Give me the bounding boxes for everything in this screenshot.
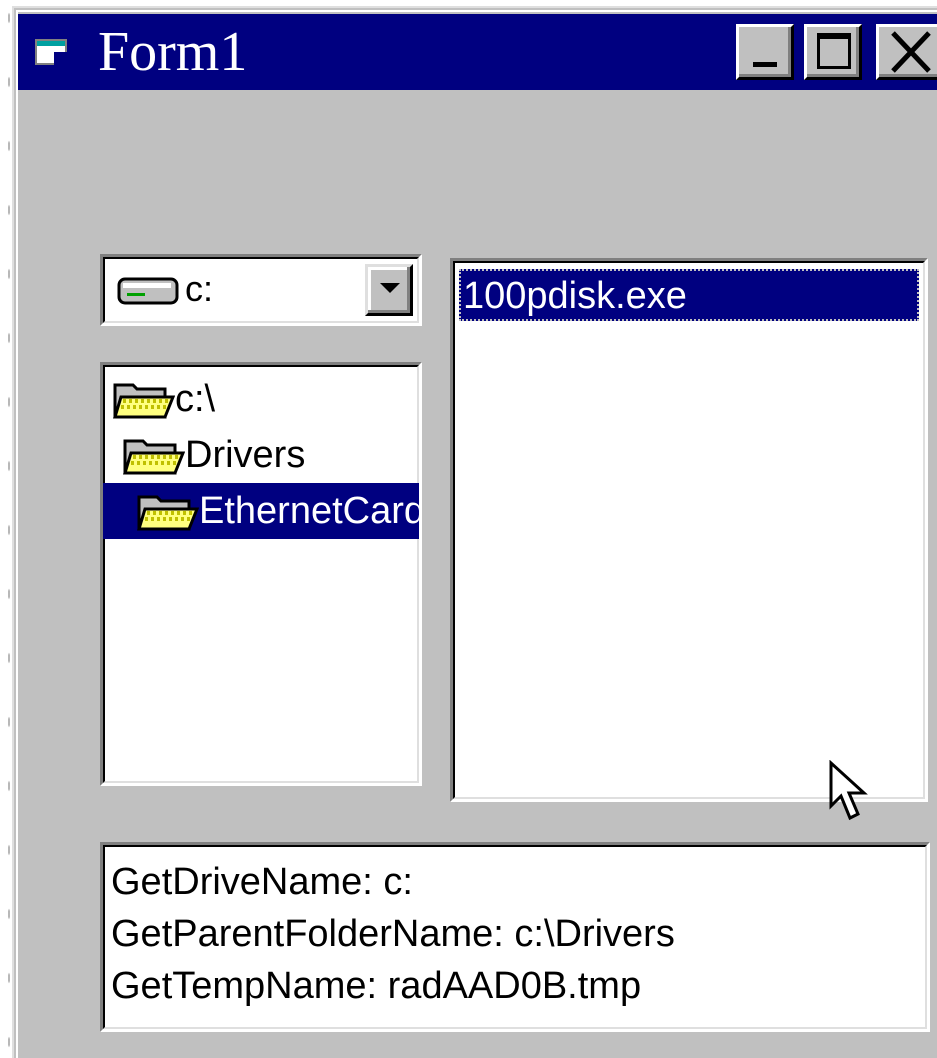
dir-item-label: EthernetCard xyxy=(199,490,422,532)
dir-item-drivers[interactable]: Drivers xyxy=(121,427,305,483)
title-bar[interactable]: Form1 xyxy=(18,14,937,90)
minimize-icon xyxy=(753,62,777,67)
drive-list-box[interactable]: c: xyxy=(100,254,422,326)
output-text-box[interactable]: GetDriveName: c: GetParentFolderName: c:… xyxy=(100,842,930,1032)
dir-item-root[interactable]: c:\ xyxy=(111,371,215,427)
file-item-label: 100pdisk.exe xyxy=(463,275,687,317)
hard-drive-icon xyxy=(117,277,179,305)
mouse-pointer-icon xyxy=(829,760,868,821)
selected-drive: c: xyxy=(185,268,214,309)
drive-dropdown-button[interactable] xyxy=(365,264,413,316)
maximize-icon xyxy=(817,33,851,69)
dir-item-label: c:\ xyxy=(175,378,216,420)
directory-list-box[interactable]: c:\ Drivers EthernetCard xyxy=(100,362,422,786)
output-line-temp-name: GetTempName: radAAD0B.tmp xyxy=(111,965,642,1007)
close-button[interactable] xyxy=(876,24,937,80)
close-icon xyxy=(891,31,931,73)
form-icon xyxy=(35,39,68,66)
output-line-parent-folder: GetParentFolderName: c:\Drivers xyxy=(111,913,675,955)
dir-item-label: Drivers xyxy=(185,434,306,476)
window-title: Form1 xyxy=(98,21,248,83)
minimize-button[interactable] xyxy=(736,24,794,80)
output-line-drive-name: GetDriveName: c: xyxy=(111,861,413,903)
file-list-box[interactable]: 100pdisk.exe xyxy=(450,258,928,802)
open-folder-icon xyxy=(112,383,175,419)
chevron-down-icon xyxy=(380,283,400,293)
form-window: Form1 c: c:\ Drivers EthernetCard 100pdi… xyxy=(12,6,937,1058)
open-folder-icon xyxy=(122,439,185,475)
designer-grid xyxy=(0,0,12,1058)
open-folder-icon xyxy=(136,495,199,531)
file-item-selected[interactable]: 100pdisk.exe xyxy=(459,269,919,321)
dir-item-ethernetcard[interactable]: EthernetCard xyxy=(103,483,419,539)
maximize-button[interactable] xyxy=(804,24,862,80)
